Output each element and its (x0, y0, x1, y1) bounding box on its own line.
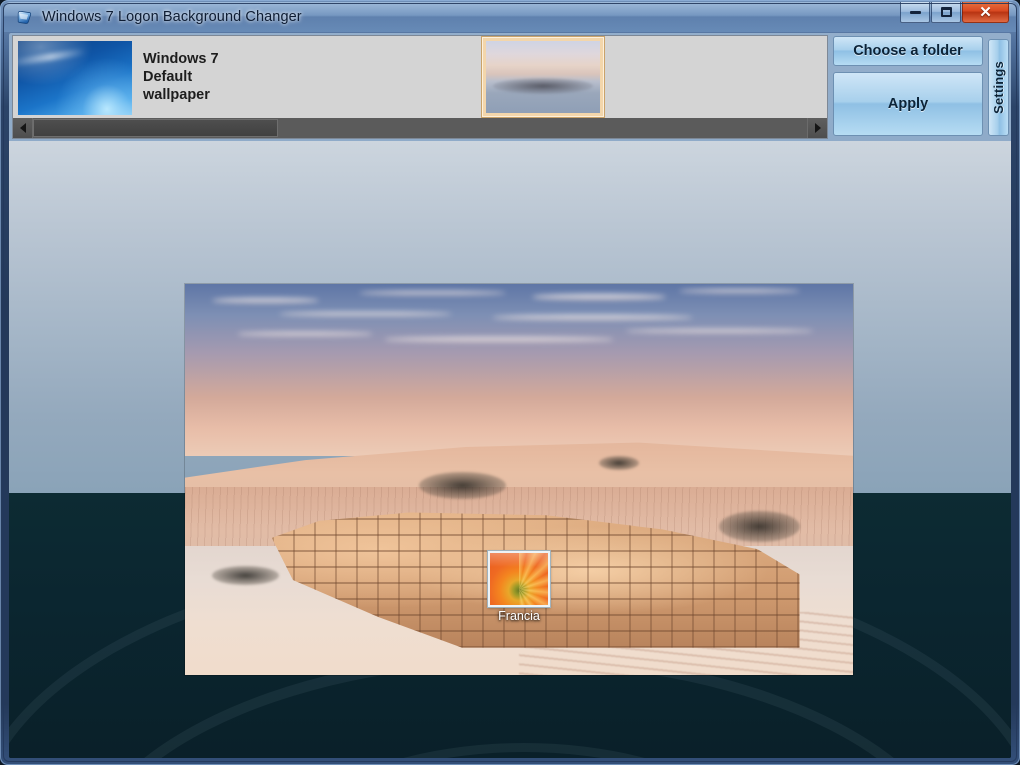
apply-button[interactable]: Apply (833, 72, 983, 136)
cloud (492, 314, 693, 321)
window-controls: ✕ (900, 2, 1009, 25)
app-icon (17, 10, 32, 24)
thumbnail-item-coastal-bay[interactable] (729, 36, 827, 118)
scroll-right-arrow-icon (814, 123, 821, 133)
cloud (278, 311, 453, 317)
cloud (238, 332, 373, 336)
wallpaper-shrub (719, 510, 800, 543)
wallpaper-shrub (599, 456, 640, 470)
maximize-button[interactable] (931, 2, 961, 23)
thumbnail-item-mountain-valley[interactable] (605, 36, 729, 118)
thumbnail-strip[interactable]: Windows 7 Default wallpaper (12, 35, 828, 139)
desktop-icon-label: Francia (498, 609, 540, 623)
scroll-right-button[interactable] (807, 118, 827, 138)
scroll-left-button[interactable] (13, 118, 33, 138)
client-area: Windows 7 Default wallpaper Choose a fol… (9, 33, 1011, 758)
aurora-ring (214, 743, 834, 758)
wallpaper-shrub (418, 471, 506, 500)
cloud (385, 337, 613, 342)
thumbnail-item-elephant[interactable] (233, 36, 357, 118)
scroll-left-arrow-icon (19, 123, 26, 133)
thumbnail-scrollbar[interactable] (13, 118, 827, 138)
wallpaper-shrub (211, 565, 279, 586)
cloud (679, 289, 800, 294)
cloud (211, 297, 319, 304)
desktop-icon-francia[interactable]: Francia (486, 550, 552, 624)
scrollbar-track[interactable] (33, 118, 807, 138)
cloud (358, 290, 506, 296)
toolbar-actions: Choose a folder Apply (833, 36, 983, 138)
thumbnail-item-default-wallpaper[interactable]: Windows 7 Default wallpaper (13, 36, 233, 118)
window-title: Windows 7 Logon Background Changer (42, 9, 302, 25)
minimize-button[interactable] (900, 2, 930, 23)
default-wallpaper-preview (18, 41, 132, 115)
thumbnail-image (486, 41, 600, 113)
cloud (532, 294, 666, 301)
thumbnail-item-sunset-field[interactable] (357, 36, 481, 118)
settings-tab[interactable]: Settings (988, 39, 1009, 136)
choose-folder-button[interactable]: Choose a folder (833, 36, 983, 66)
thumbnail-item-desert-dunes-selected[interactable] (481, 36, 605, 118)
toolbar: Windows 7 Default wallpaper Choose a fol… (9, 33, 1011, 141)
title-bar[interactable]: Windows 7 Logon Background Changer ✕ (4, 2, 1016, 32)
thumbnail-list: Windows 7 Default wallpaper (13, 36, 827, 118)
application-window: Windows 7 Logon Background Changer ✕ Win… (0, 0, 1020, 765)
logon-preview-canvas: Francia (9, 141, 1011, 758)
close-button[interactable]: ✕ (962, 2, 1009, 23)
minimize-icon (909, 10, 921, 14)
image-thumbnail-icon (487, 550, 551, 608)
close-icon: ✕ (979, 3, 992, 21)
thumbnail-item-label: Windows 7 Default wallpaper (143, 50, 219, 104)
maximize-icon (940, 7, 952, 17)
scrollbar-thumb[interactable] (33, 119, 278, 137)
wallpaper-sky (185, 284, 853, 457)
cloud (625, 328, 813, 333)
settings-tab-label: Settings (991, 61, 1006, 114)
